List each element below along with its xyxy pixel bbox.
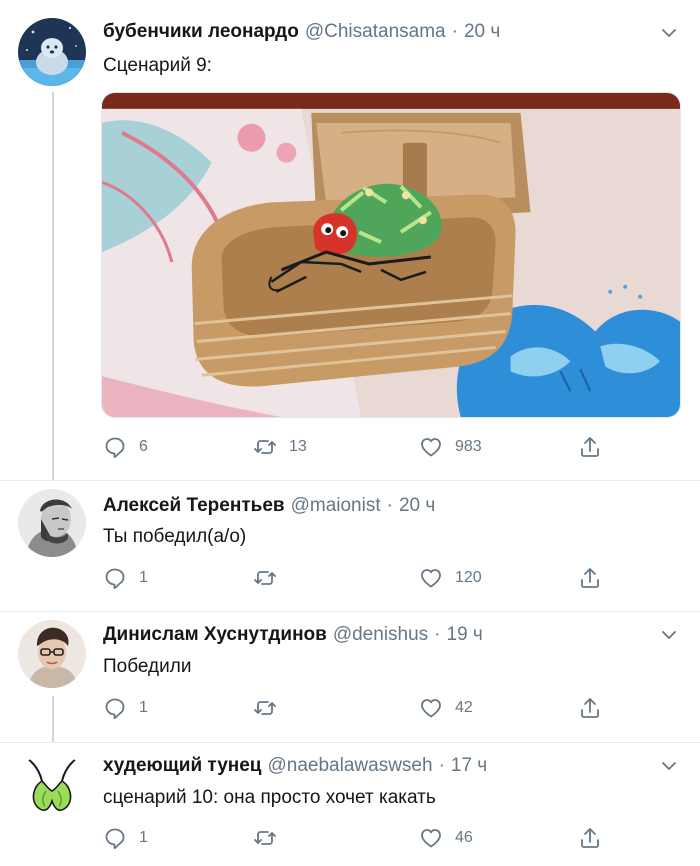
like-count: 46 — [455, 829, 473, 846]
display-name[interactable]: Алексей Терентьев — [103, 495, 285, 517]
separator-dot: · — [438, 755, 445, 776]
like-icon — [421, 569, 441, 588]
share-button[interactable] — [578, 563, 602, 593]
tweet-text: Сценарий 9: — [103, 55, 212, 76]
retweet-icon — [254, 701, 276, 715]
reply-icon — [105, 437, 125, 458]
chevron-down-icon[interactable] — [660, 626, 678, 644]
reply-icon — [105, 698, 125, 719]
chevron-down-icon[interactable] — [660, 757, 678, 775]
retweet-count: 13 — [289, 438, 307, 455]
tweet-actions: 1 42 — [103, 693, 608, 723]
like-count: 983 — [455, 438, 482, 455]
reply-count: 1 — [139, 569, 148, 586]
reply-icon — [105, 828, 125, 849]
share-button[interactable] — [578, 823, 602, 853]
reply-button[interactable]: 6 — [103, 432, 148, 462]
reply-button[interactable]: 1 — [103, 823, 148, 853]
tweet-actions: 1 46 — [103, 823, 608, 853]
tweet-1[interactable]: бубенчики леонардо @Chisatansama · 20 ч … — [0, 0, 700, 480]
user-handle[interactable]: @maionist — [291, 495, 381, 517]
reply-icon — [105, 568, 125, 589]
share-button[interactable] — [578, 693, 602, 723]
tweet-header: худеющий тунец @naebalawaswseh · 17 ч — [103, 753, 487, 779]
like-count: 42 — [455, 699, 473, 716]
display-name[interactable]: Динислам Хуснутдинов — [103, 624, 327, 646]
thread-line — [52, 92, 54, 480]
share-button[interactable] — [578, 432, 602, 462]
separator-dot: · — [386, 495, 393, 516]
tweet-header: Алексей Терентьев @maionist · 20 ч — [103, 493, 435, 519]
avatar[interactable] — [18, 489, 86, 557]
share-icon — [581, 698, 599, 718]
retweet-button[interactable] — [253, 563, 289, 593]
tweet-2[interactable]: Алексей Терентьев @maionist · 20 ч Ты по… — [0, 481, 700, 611]
like-count: 120 — [455, 569, 482, 586]
retweet-icon — [254, 440, 276, 454]
like-button[interactable]: 983 — [419, 432, 482, 462]
reply-count: 6 — [139, 438, 148, 455]
like-button[interactable]: 120 — [419, 563, 482, 593]
share-icon — [581, 828, 599, 848]
reply-button[interactable]: 1 — [103, 563, 148, 593]
tweet-3[interactable]: Динислам Хуснутдинов @denishus · 19 ч По… — [0, 612, 700, 742]
reply-button[interactable]: 1 — [103, 693, 148, 723]
share-icon — [581, 437, 599, 457]
tweet-header: бубенчики леонардо @Chisatansama · 20 ч — [103, 19, 500, 45]
user-handle[interactable]: @Chisatansama — [305, 21, 446, 43]
reply-count: 1 — [139, 699, 148, 716]
retweet-button[interactable] — [253, 693, 289, 723]
retweet-button[interactable]: 13 — [253, 432, 307, 462]
like-icon — [421, 699, 441, 718]
separator-dot: · — [451, 21, 458, 42]
timestamp[interactable]: 20 ч — [399, 495, 435, 517]
retweet-button[interactable] — [253, 823, 289, 853]
avatar[interactable] — [18, 751, 86, 819]
separator-dot: · — [434, 624, 441, 645]
share-icon — [581, 568, 599, 588]
thread-line — [52, 696, 54, 742]
retweet-icon — [254, 571, 276, 585]
user-handle[interactable]: @denishus — [333, 624, 428, 646]
like-button[interactable]: 42 — [419, 693, 473, 723]
timestamp[interactable]: 19 ч — [447, 624, 483, 646]
tweet-photo[interactable] — [101, 92, 681, 418]
display-name[interactable]: бубенчики леонардо — [103, 21, 299, 43]
tweet-text: Победили — [103, 656, 192, 677]
chevron-down-icon[interactable] — [660, 24, 678, 42]
display-name[interactable]: худеющий тунец — [103, 755, 262, 777]
reply-count: 1 — [139, 829, 148, 846]
retweet-icon — [254, 831, 276, 845]
tweet-actions: 6 13 983 — [103, 432, 608, 462]
timestamp[interactable]: 17 ч — [451, 755, 487, 777]
avatar[interactable] — [18, 620, 86, 688]
tweet-text: сценарий 10: она просто хочет какать — [103, 787, 436, 808]
like-button[interactable]: 46 — [419, 823, 473, 853]
tweet-4[interactable]: худеющий тунец @naebalawaswseh · 17 ч сц… — [0, 743, 700, 866]
like-icon — [421, 438, 441, 457]
timestamp[interactable]: 20 ч — [464, 21, 500, 43]
tweet-header: Динислам Хуснутдинов @denishus · 19 ч — [103, 622, 483, 648]
avatar[interactable] — [18, 18, 86, 86]
user-handle[interactable]: @naebalawaswseh — [268, 755, 433, 777]
like-icon — [421, 829, 441, 848]
tweet-text: Ты победил(а/о) — [103, 526, 247, 547]
tweet-actions: 1 120 — [103, 563, 608, 593]
